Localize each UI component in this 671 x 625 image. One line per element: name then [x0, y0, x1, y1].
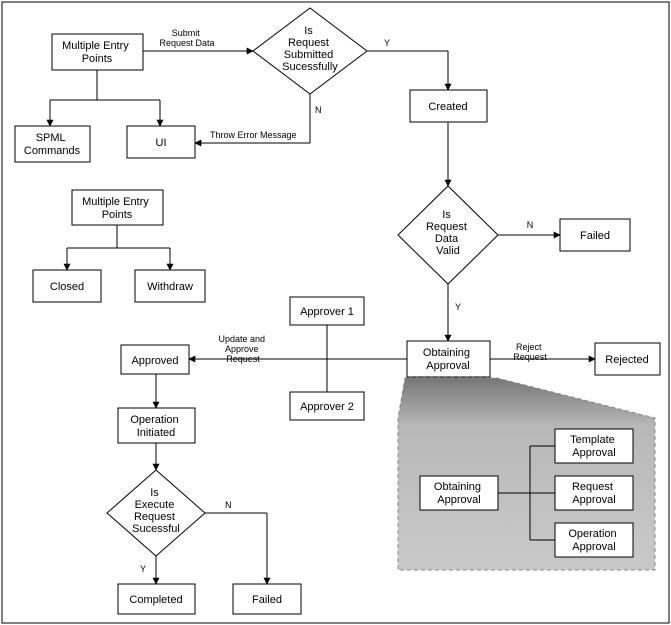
svg-text:Template Approval: Template Approval	[570, 434, 618, 459]
node-callout-template-approval: Template Approval	[555, 429, 633, 463]
flowchart: Submit Request Data Y N Throw Error Mess…	[0, 0, 671, 625]
edge-label-y3: Y	[140, 564, 146, 574]
node-closed: Closed	[33, 270, 101, 302]
svg-text:Request Approval: Request Approval	[572, 481, 616, 506]
node-withdraw: Withdraw	[135, 270, 205, 302]
edge-label-reject: Reject Request	[513, 342, 547, 362]
svg-text:Operation Approval: Operation Approval	[568, 528, 619, 553]
svg-text:UI: UI	[156, 137, 167, 149]
node-multiple-entry-points-2: Multiple Entry Points	[72, 190, 163, 225]
node-approver-2: Approver 2	[290, 392, 364, 420]
svg-text:Approver 2: Approver 2	[300, 401, 354, 413]
edge-label-y2: Y	[455, 302, 461, 312]
edge-label-n3: N	[225, 500, 232, 510]
node-operation-initiated: Operation Initiated	[118, 408, 195, 443]
node-approved: Approved	[121, 345, 189, 374]
svg-text:Approver 1: Approver 1	[300, 306, 354, 318]
node-multiple-entry-points-1: Multiple Entry Points	[52, 34, 143, 70]
svg-text:Failed: Failed	[580, 230, 610, 242]
node-approver-1: Approver 1	[290, 297, 364, 325]
node-failed-validation: Failed	[560, 219, 630, 251]
node-created: Created	[410, 90, 487, 122]
svg-text:Obtaining Approval: Obtaining Approval	[423, 347, 473, 372]
svg-text:Created: Created	[428, 101, 467, 113]
node-callout-operation-approval: Operation Approval	[555, 523, 633, 557]
edge-label-n2: N	[527, 220, 534, 230]
edge-label-y1: Y	[384, 38, 390, 48]
node-ui: UI	[127, 126, 195, 158]
node-callout-request-approval: Request Approval	[555, 476, 633, 510]
svg-text:Withdraw: Withdraw	[147, 281, 193, 293]
svg-text:Completed: Completed	[129, 594, 182, 606]
node-callout-obtaining-approval: Obtaining Approval	[420, 476, 498, 510]
svg-text:Obtaining Approval: Obtaining Approval	[434, 481, 484, 506]
node-obtaining-approval: Obtaining Approval	[407, 341, 490, 377]
edge-label-throw-err: Throw Error Message	[210, 130, 297, 140]
edge-label-n1: N	[315, 105, 322, 115]
svg-text:Operation Initiated: Operation Initiated	[130, 414, 181, 439]
svg-text:Approved: Approved	[131, 355, 178, 367]
svg-text:Closed: Closed	[50, 281, 84, 293]
node-rejected: Rejected	[595, 343, 660, 375]
node-spml-commands: SPML Commands	[15, 126, 90, 162]
svg-text:Failed: Failed	[252, 594, 282, 606]
node-completed: Completed	[118, 584, 195, 614]
node-failed-execution: Failed	[233, 584, 301, 614]
svg-text:Rejected: Rejected	[605, 354, 648, 366]
